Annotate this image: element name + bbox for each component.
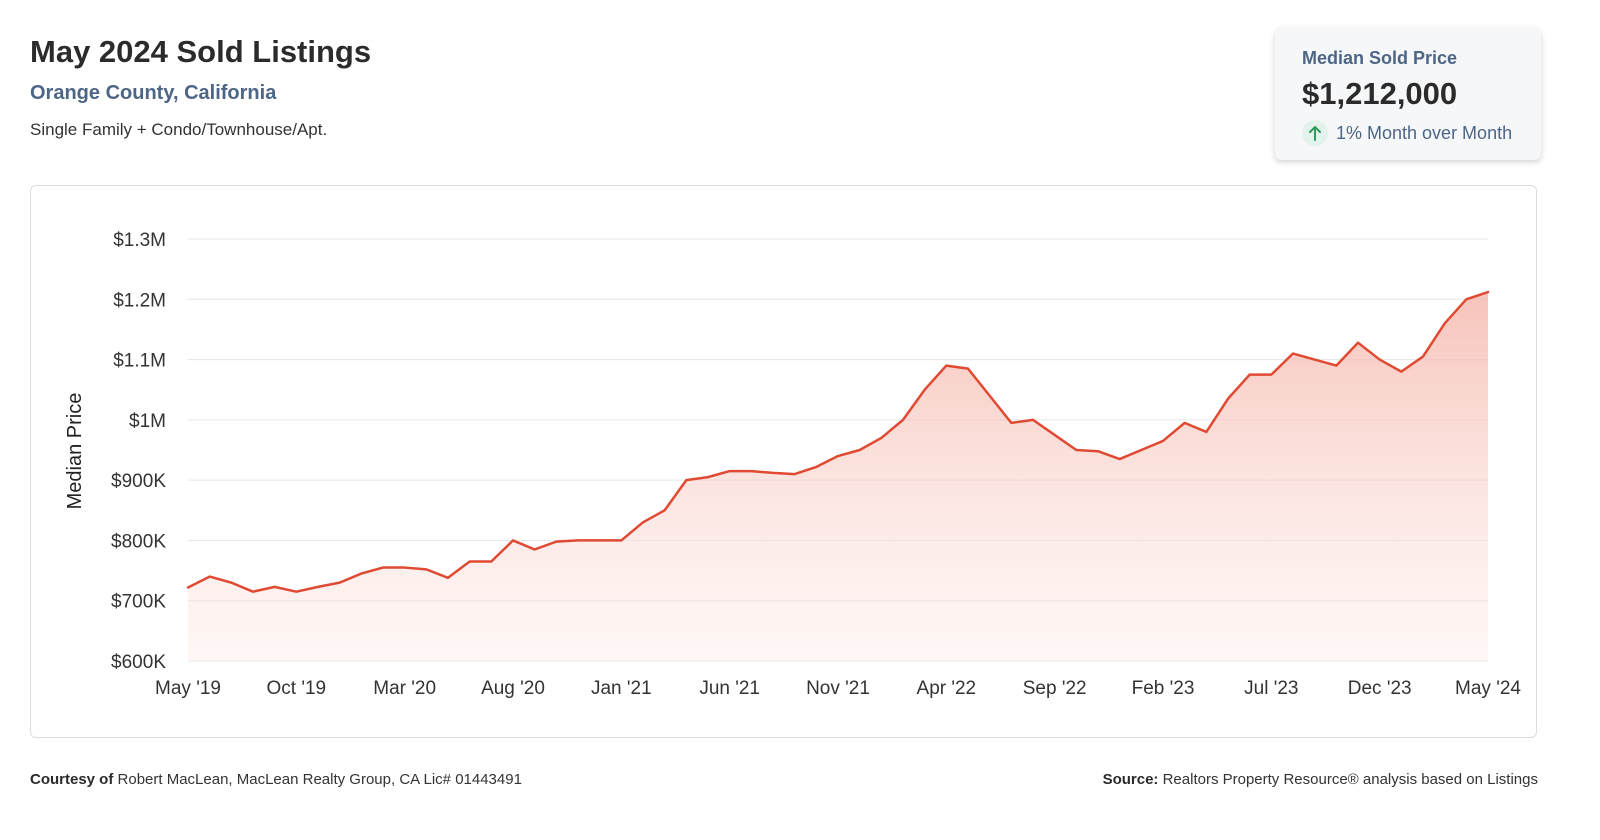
y-tick-label: $700K [111, 592, 166, 613]
x-tick-label: Nov '21 [806, 678, 870, 699]
x-axis-ticks: May '19 Oct '19 Mar '20 Aug '20 Jan '21 Jun '… [155, 678, 1521, 699]
chart-panel: $600K $700K $800K $900K $1M $1.1M $1.2M $1.3M M… [30, 185, 1537, 738]
x-tick-label: Jan '21 [591, 678, 652, 699]
courtesy-text: Robert MacLean, MacLean Realty Group, CA… [117, 771, 522, 788]
x-tick-label: Aug '20 [481, 678, 545, 699]
stat-change-text: 1% Month over Month [1336, 122, 1513, 143]
x-tick-label: Mar '20 [373, 678, 436, 699]
x-tick-label: Feb '23 [1132, 678, 1195, 699]
y-tick-label: $1.3M [113, 230, 166, 251]
y-tick-label: $1M [129, 411, 166, 432]
stat-value: $1,212,000 [1302, 76, 1458, 111]
y-tick-label: $600K [111, 652, 166, 673]
area-fill [188, 292, 1488, 661]
page-title: May 2024 Sold Listings [30, 34, 372, 69]
x-tick-label: Jun '21 [699, 678, 760, 699]
area-fill-layer [186, 290, 1490, 661]
source-footer: Source: Realtors Property Resource® anal… [1103, 771, 1538, 788]
location-subtitle: Orange County, California [30, 82, 277, 104]
x-tick-label: Jul '23 [1244, 678, 1298, 699]
x-tick-label: Sep '22 [1023, 678, 1087, 699]
x-tick-label: May '24 [1455, 678, 1521, 699]
x-tick-label: Dec '23 [1348, 678, 1412, 699]
y-axis-ticks: $600K $700K $800K $900K $1M $1.1M $1.2M $1.3M [111, 230, 166, 673]
median-price-chart: $600K $700K $800K $900K $1M $1.1M $1.2M $1.3M M… [64, 230, 1521, 699]
arrow-up-icon [1302, 120, 1328, 146]
y-axis-title: Median Price [64, 393, 86, 510]
courtesy-footer: Courtesy of Robert MacLean, MacLean Real… [30, 771, 522, 788]
x-tick-label: May '19 [155, 678, 221, 699]
source-text: Realtors Property Resource® analysis bas… [1162, 771, 1538, 788]
y-tick-label: $1.1M [113, 351, 166, 372]
y-tick-label: $900K [111, 471, 166, 492]
median-sold-price-card: Median Sold Price $1,212,000 1% Month ov… [1275, 28, 1541, 160]
x-tick-label: Oct '19 [267, 678, 327, 699]
x-tick-label: Apr '22 [917, 678, 977, 699]
courtesy-label: Courtesy of [30, 771, 114, 788]
y-tick-label: $800K [111, 531, 166, 552]
stat-label: Median Sold Price [1302, 48, 1458, 68]
property-type-label: Single Family + Condo/Townhouse/Apt. [30, 120, 328, 139]
y-tick-label: $1.2M [113, 290, 166, 311]
source-label: Source: [1102, 771, 1159, 788]
stat-change: 1% Month over Month [1302, 120, 1512, 146]
